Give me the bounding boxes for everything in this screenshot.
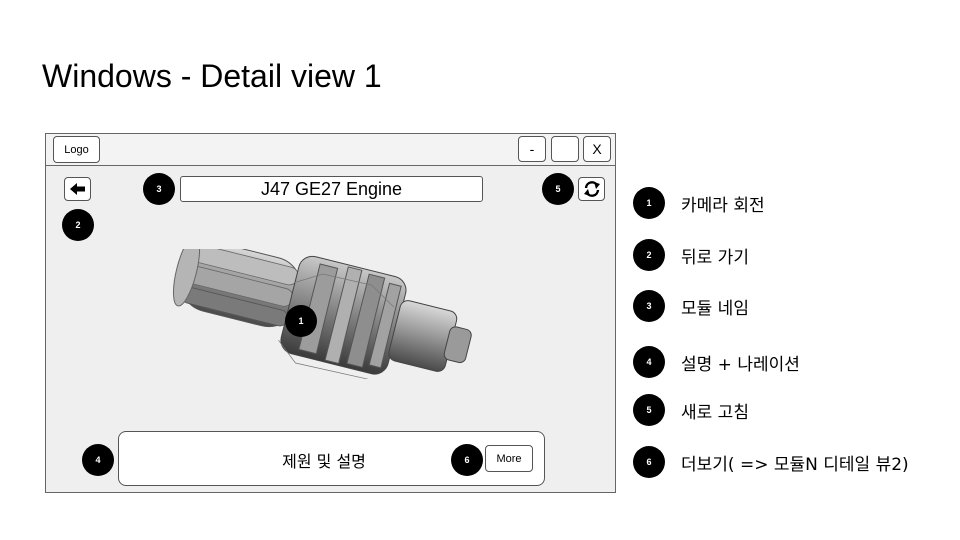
back-button[interactable] bbox=[64, 177, 91, 201]
legend-badge: 3 bbox=[633, 290, 665, 322]
legend-item: 4 설명 + 나레이션 bbox=[633, 346, 800, 378]
legend-text: 더보기( => 모듈N 디테일 뷰2) bbox=[681, 454, 909, 475]
app-window: Logo - X J47 GE27 Engine 제원 및 설명 More 2 … bbox=[45, 133, 616, 493]
legend-badge: 6 bbox=[633, 446, 665, 478]
maximize-button[interactable] bbox=[551, 136, 579, 162]
annotation-badge-1: 1 bbox=[285, 305, 317, 337]
legend-badge: 5 bbox=[633, 394, 665, 426]
legend-item: 3 모듈 네임 bbox=[633, 290, 749, 322]
legend-badge: 4 bbox=[633, 346, 665, 378]
module-name-field: J47 GE27 Engine bbox=[180, 176, 483, 202]
legend-badge: 1 bbox=[633, 187, 665, 219]
legend-text: 카메라 회전 bbox=[681, 195, 765, 216]
annotation-badge-2: 2 bbox=[62, 209, 94, 241]
legend-text: 새로 고침 bbox=[681, 402, 749, 423]
logo-button[interactable]: Logo bbox=[53, 136, 100, 163]
legend-text: 뒤로 가기 bbox=[681, 247, 749, 268]
legend-item: 2 뒤로 가기 bbox=[633, 239, 749, 271]
title-bar: Logo - X bbox=[46, 134, 615, 166]
refresh-button[interactable] bbox=[578, 177, 605, 201]
page-title: Windows - Detail view 1 bbox=[42, 58, 382, 94]
annotation-badge-5: 5 bbox=[542, 173, 574, 205]
annotation-badge-3: 3 bbox=[143, 173, 175, 205]
jet-engine-model[interactable] bbox=[158, 249, 478, 379]
legend-item: 1 카메라 회전 bbox=[633, 187, 765, 219]
minimize-button[interactable]: - bbox=[518, 136, 546, 162]
annotation-badge-6: 6 bbox=[451, 444, 483, 476]
legend-item: 5 새로 고침 bbox=[633, 394, 749, 426]
legend-item: 6 더보기( => 모듈N 디테일 뷰2) bbox=[633, 446, 909, 478]
legend-text: 모듈 네임 bbox=[681, 298, 749, 319]
legend-badge: 2 bbox=[633, 239, 665, 271]
close-button[interactable]: X bbox=[583, 136, 611, 162]
arrow-left-icon bbox=[69, 183, 85, 195]
more-button[interactable]: More bbox=[485, 445, 533, 472]
refresh-icon bbox=[583, 181, 600, 197]
annotation-badge-4: 4 bbox=[82, 444, 114, 476]
legend-text: 설명 + 나레이션 bbox=[681, 354, 800, 375]
description-label: 제원 및 설명 bbox=[282, 452, 366, 471]
